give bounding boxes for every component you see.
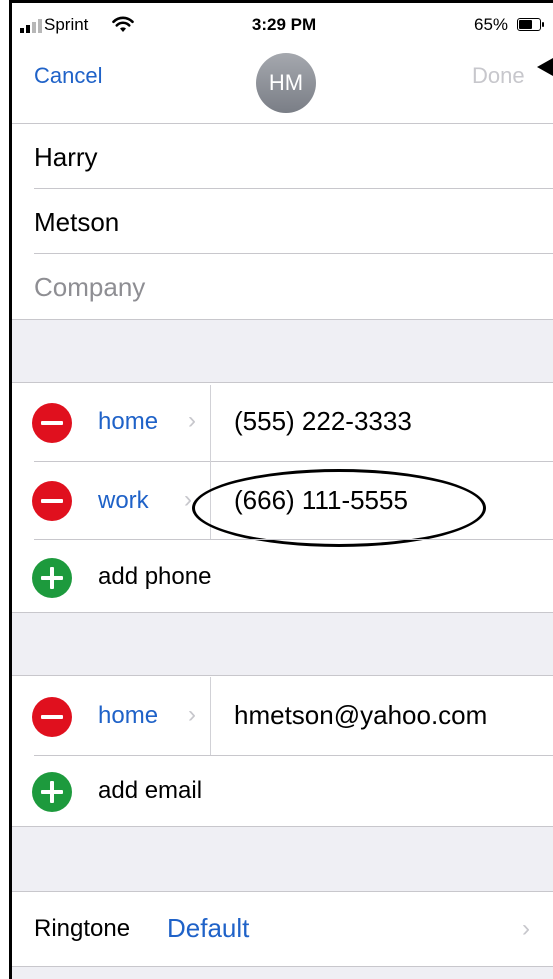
- chevron-right-icon: ›: [188, 701, 196, 728]
- navigation-bar: Cancel HM Done: [12, 43, 553, 123]
- section-spacer: [12, 612, 553, 676]
- phone-value-home[interactable]: (555) 222-3333: [234, 406, 412, 437]
- contact-edit-screen: Sprint 3:29 PM 65% Cancel HM Done Harry …: [9, 0, 553, 979]
- pointer-arrow-annotation: [537, 58, 553, 76]
- email-label-home[interactable]: home: [98, 702, 158, 730]
- chevron-right-icon: ›: [188, 407, 196, 434]
- battery-icon: [517, 18, 544, 31]
- section-spacer: [12, 826, 553, 892]
- chevron-right-icon: ›: [184, 486, 192, 513]
- status-bar: Sprint 3:29 PM 65%: [12, 3, 553, 43]
- column-divider: [210, 677, 211, 755]
- email-value-home[interactable]: hmetson@yahoo.com: [234, 700, 487, 731]
- divider: [12, 123, 553, 124]
- add-email-icon[interactable]: [32, 772, 72, 812]
- contact-avatar[interactable]: HM: [256, 53, 316, 113]
- last-name-field[interactable]: Metson: [34, 207, 119, 238]
- status-time: 3:29 PM: [251, 15, 317, 34]
- add-phone-button[interactable]: add phone: [98, 563, 211, 591]
- battery-percent: 65%: [474, 15, 509, 34]
- phone-label-work[interactable]: work: [98, 487, 149, 515]
- divider: [34, 188, 553, 189]
- section-spacer: [12, 319, 553, 383]
- first-name-field[interactable]: Harry: [34, 142, 98, 173]
- divider: [34, 253, 553, 254]
- delete-phone-home-icon[interactable]: [32, 403, 72, 443]
- delete-email-home-icon[interactable]: [32, 697, 72, 737]
- done-button[interactable]: Done: [472, 63, 525, 89]
- avatar-initials: HM: [268, 70, 304, 95]
- add-email-button[interactable]: add email: [98, 777, 202, 805]
- divider: [34, 755, 553, 756]
- phone-label-home[interactable]: home: [98, 408, 158, 436]
- column-divider: [210, 385, 211, 461]
- highlight-circle-annotation: [192, 469, 486, 547]
- section-spacer: [12, 966, 553, 979]
- add-phone-icon[interactable]: [32, 558, 72, 598]
- divider: [34, 539, 553, 540]
- ringtone-label: Ringtone: [34, 915, 131, 942]
- ringtone-value[interactable]: Default: [167, 913, 249, 944]
- cancel-button[interactable]: Cancel: [34, 63, 102, 89]
- delete-phone-work-icon[interactable]: [32, 481, 72, 521]
- chevron-right-icon: ›: [522, 915, 530, 942]
- company-field[interactable]: Company: [34, 272, 145, 303]
- divider: [34, 461, 553, 462]
